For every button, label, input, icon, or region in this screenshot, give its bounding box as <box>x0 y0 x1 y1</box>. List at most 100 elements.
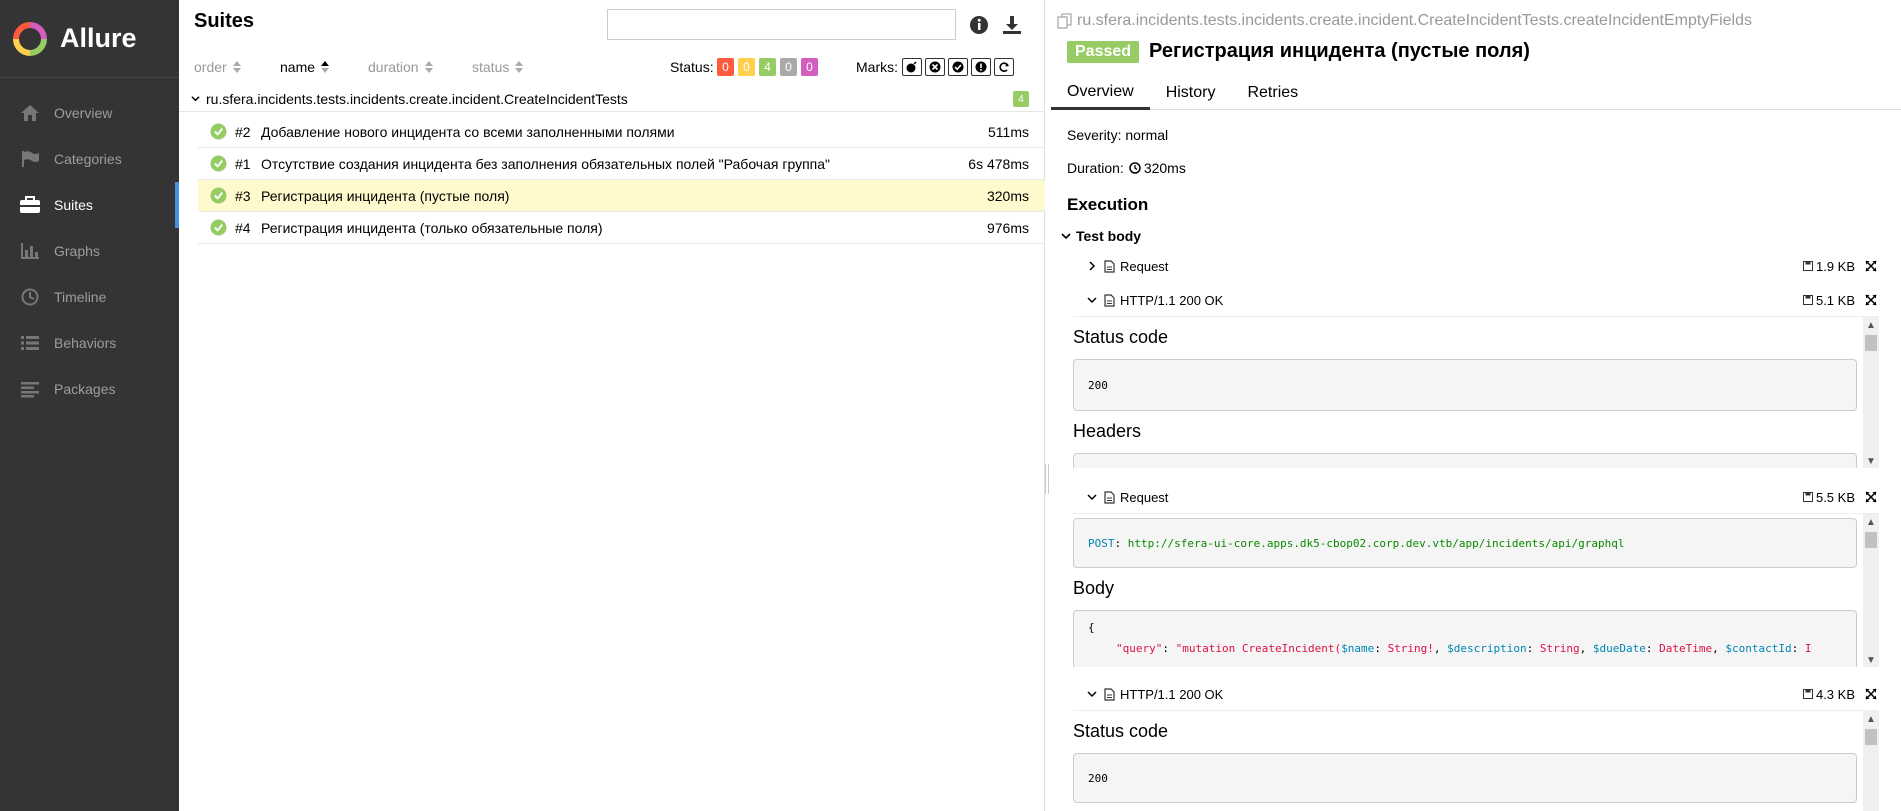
json-param: $name <box>1341 642 1375 655</box>
sidebar-item-categories[interactable]: Categories <box>0 136 179 182</box>
json-type: I <box>1804 642 1812 655</box>
scroll-up-icon[interactable]: ▲ <box>1863 514 1879 530</box>
tab-overview[interactable]: Overview <box>1051 76 1150 110</box>
test-body-label: Test body <box>1076 228 1142 244</box>
scrollbar-thumb[interactable] <box>1865 532 1877 548</box>
home-icon <box>18 103 42 123</box>
test-name: Отсутствие создания инцидента без заполн… <box>261 155 831 172</box>
attachment-preview-response[interactable]: Status code 200 Headers ▲ ▼ <box>1073 316 1879 468</box>
mark-new-broken-button[interactable] <box>971 58 991 76</box>
status-skipped-badge[interactable]: 0 <box>780 58 797 76</box>
sidebar-item-graphs[interactable]: Graphs <box>0 228 179 274</box>
sidebar-item-timeline[interactable]: Timeline <box>0 274 179 320</box>
bar-chart-icon <box>18 241 42 261</box>
attachment-row[interactable]: HTTP/1.1 200 OK 5.1 KB <box>1051 290 1891 310</box>
scrollbar-thumb[interactable] <box>1865 335 1877 351</box>
expand-icon[interactable] <box>1865 491 1877 503</box>
scroll-up-icon[interactable]: ▲ <box>1863 317 1879 333</box>
marks-filter-label: Marks: <box>856 59 898 75</box>
tab-history[interactable]: History <box>1150 76 1232 110</box>
test-list: #2 Добавление нового инцидента со всеми … <box>198 116 1045 244</box>
detail-tabs: Overview History Retries <box>1051 76 1901 110</box>
expand-icon[interactable] <box>1865 294 1877 306</box>
sort-order[interactable]: order <box>194 59 241 75</box>
attachment-row[interactable]: HTTP/1.1 200 OK 4.3 KB <box>1051 684 1891 704</box>
sidebar-item-behaviors[interactable]: Behaviors <box>0 320 179 366</box>
brand[interactable]: Allure <box>0 0 179 78</box>
scroll-down-icon[interactable]: ▼ <box>1863 453 1879 468</box>
attachment-row[interactable]: Request 5.5 KB <box>1051 487 1891 507</box>
sort-name-label: name <box>280 59 316 75</box>
status-badge: Passed <box>1067 40 1140 63</box>
suite-group-name: ru.sfera.incidents.tests.incidents.creat… <box>206 90 628 107</box>
json-value: "mutation CreateIncident( <box>1175 642 1342 655</box>
scroll-up-icon[interactable]: ▲ <box>1863 711 1879 727</box>
attachment-preview-response[interactable]: Status code 200 ▲ <box>1073 710 1879 811</box>
headers-heading: Headers <box>1073 421 1142 441</box>
severity-text: Severity: normal <box>1067 127 1169 143</box>
test-duration: 320ms <box>986 187 1029 204</box>
attachment-row[interactable]: Request 1.9 KB <box>1051 256 1891 276</box>
mark-new-passed-button[interactable] <box>948 58 968 76</box>
scroll-down-icon[interactable]: ▼ <box>1863 652 1879 667</box>
attachment-size: 1.9 KB <box>1802 259 1855 274</box>
preview-scrollbar[interactable]: ▲ ▼ <box>1863 514 1879 667</box>
mark-new-failed-button[interactable] <box>925 58 945 76</box>
expand-icon[interactable] <box>1865 688 1877 700</box>
sort-status[interactable]: status <box>472 59 524 75</box>
status-passed-badge[interactable]: 4 <box>759 58 776 76</box>
sort-status-label: status <box>472 59 510 75</box>
attachment-preview-request[interactable]: POST: http://sfera-ui-core.apps.dk5-cbop… <box>1073 513 1879 667</box>
test-number: #3 <box>235 187 251 204</box>
sort-icon <box>232 61 241 73</box>
sort-asc-icon <box>321 61 330 73</box>
align-left-icon <box>18 379 42 399</box>
sidebar-item-label: Categories <box>54 151 122 167</box>
status-code-heading: Status code <box>1073 327 1169 347</box>
suite-group[interactable]: ru.sfera.incidents.tests.incidents.creat… <box>179 86 1045 112</box>
sort-name[interactable]: name <box>280 59 330 75</box>
check-circle-icon <box>952 61 964 73</box>
download-icon[interactable] <box>1001 14 1023 36</box>
json-type: String! <box>1387 642 1434 655</box>
chevron-down-icon <box>1061 233 1071 240</box>
attachment-size-value: 5.5 KB <box>1815 489 1855 505</box>
sidebar-item-overview[interactable]: Overview <box>0 90 179 136</box>
mark-flaky-button[interactable] <box>902 58 922 76</box>
preview-scrollbar[interactable]: ▲ ▼ <box>1863 317 1879 468</box>
duration-label: Duration: <box>1067 160 1124 176</box>
sidebar-item-suites[interactable]: Suites <box>0 182 179 228</box>
status-broken-badge[interactable]: 0 <box>738 58 755 76</box>
test-title-line: Passed Регистрация инцидента (пустые пол… <box>1067 40 1530 63</box>
test-body-step[interactable]: Test body <box>1061 228 1141 244</box>
sort-duration[interactable]: duration <box>368 59 433 75</box>
status-filter-label: Status: <box>670 59 714 75</box>
bomb-icon <box>906 61 917 73</box>
status-code-value: 200 <box>1088 771 1108 785</box>
attachment-size-value: 5.1 KB <box>1815 292 1855 308</box>
allure-report-app: Allure Overview Categories Suites Graphs… <box>0 0 1901 811</box>
copy-icon[interactable] <box>1057 13 1073 29</box>
mark-retries-button[interactable] <box>994 58 1014 76</box>
json-open-brace: { <box>1088 621 1095 634</box>
sidebar-item-packages[interactable]: Packages <box>0 366 179 412</box>
passed-status-icon <box>210 187 227 204</box>
test-title: Регистрация инцидента (пустые поля) <box>1149 40 1530 62</box>
table-row[interactable]: #1 Отсутствие создания инцидента без зап… <box>198 148 1045 180</box>
table-row[interactable]: #2 Добавление нового инцидента со всеми … <box>198 116 1045 148</box>
scrollbar-thumb[interactable] <box>1865 729 1877 745</box>
status-code-heading: Status code <box>1073 721 1169 741</box>
sidebar-item-label: Packages <box>54 381 116 397</box>
status-failed-badge[interactable]: 0 <box>717 58 734 76</box>
tab-retries[interactable]: Retries <box>1231 76 1314 110</box>
clock-icon <box>1129 162 1141 174</box>
preview-scrollbar[interactable]: ▲ <box>1863 711 1879 811</box>
expand-icon[interactable] <box>1865 260 1877 272</box>
status-unknown-badge[interactable]: 0 <box>801 58 818 76</box>
info-icon[interactable] <box>968 14 990 36</box>
search-input[interactable] <box>607 9 956 40</box>
refresh-icon <box>999 62 1009 72</box>
table-row[interactable]: #4 Регистрация инцидента (только обязате… <box>198 212 1045 244</box>
table-row-selected[interactable]: #3 Регистрация инцидента (пустые поля) 3… <box>198 180 1045 212</box>
headers-box <box>1073 453 1857 468</box>
